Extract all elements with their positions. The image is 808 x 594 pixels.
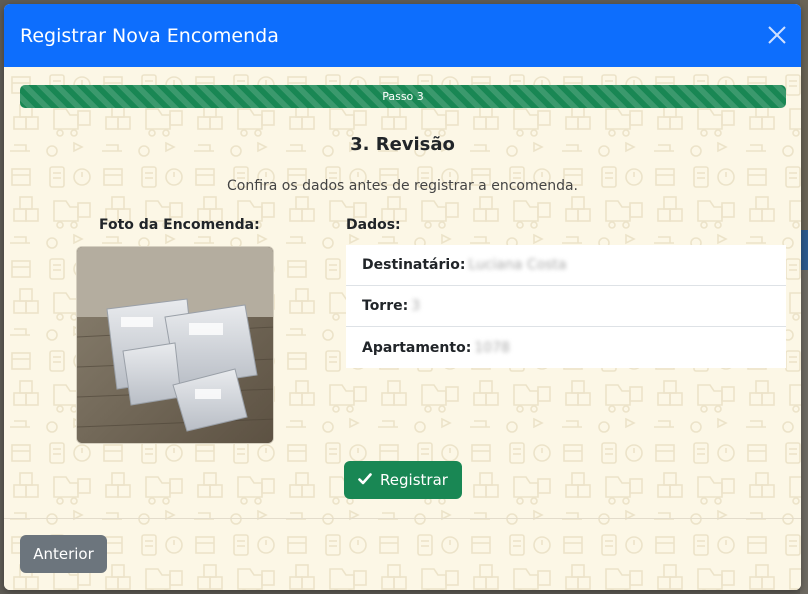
modal-header: Registrar Nova Encomenda [4, 4, 801, 67]
step-title: 3. Revisão [350, 134, 455, 155]
package-photo [76, 246, 274, 444]
photo-label: Foto da Encomenda: [99, 217, 260, 233]
register-button-label: Registrar [380, 471, 448, 489]
modal-title: Registrar Nova Encomenda [20, 24, 279, 47]
step-progress-fill: Passo 3 [20, 85, 786, 108]
step-progress-label: Passo 3 [382, 90, 424, 103]
detail-value: Luciana Costa [468, 257, 567, 273]
detail-key: Apartamento: [362, 339, 472, 356]
detail-value: 3 [411, 298, 421, 314]
detail-row-tower: Torre: 3 [346, 286, 786, 327]
register-package-modal: Registrar Nova Encomenda Passo 3 3. Revi… [4, 4, 801, 590]
close-icon[interactable] [767, 25, 787, 45]
register-button[interactable]: Registrar [344, 461, 462, 499]
detail-key: Torre: [362, 298, 409, 314]
background-page-edge [800, 0, 808, 594]
detail-value: 1078 [474, 339, 510, 356]
step-subtitle: Confira os dados antes de registrar a en… [226, 178, 579, 194]
previous-button[interactable]: Anterior [20, 535, 107, 573]
modal-footer-divider [4, 518, 801, 519]
detail-row-recipient: Destinatário: Luciana Costa [346, 245, 786, 286]
step-progress-bar: Passo 3 [20, 85, 786, 108]
details-label: Dados: [346, 217, 401, 233]
detail-key: Destinatário: [362, 257, 466, 273]
details-list: Destinatário: Luciana Costa Torre: 3 Apa… [346, 245, 786, 368]
detail-row-apartment: Apartamento: 1078 [346, 327, 786, 368]
check-icon [358, 471, 372, 489]
